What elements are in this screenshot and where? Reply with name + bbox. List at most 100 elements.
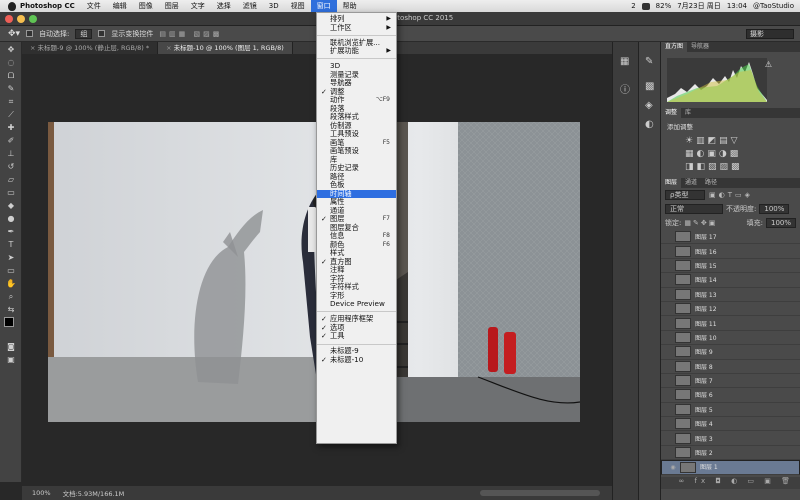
zoom-tool-icon[interactable]: ⌕ <box>4 291 18 302</box>
layer-row[interactable]: 图层 7 <box>661 374 800 389</box>
close-button[interactable] <box>5 15 13 23</box>
layer-row[interactable]: 图层 13 <box>661 288 800 302</box>
menu-4[interactable]: 文字 <box>185 0 211 12</box>
menu-8[interactable]: 视图 <box>285 0 311 12</box>
3d-panel-icon[interactable]: ◈ <box>645 100 654 111</box>
blur-tool-icon[interactable]: ◆ <box>4 200 18 211</box>
window-menu-item[interactable]: 历史记录 <box>317 163 396 173</box>
opacity-value[interactable]: 100% <box>759 204 790 214</box>
healing-tool-icon[interactable]: ✚ <box>4 122 18 133</box>
window-menu-item[interactable]: 测量记录 <box>317 70 396 80</box>
doc-info[interactable]: 文档:5.93M/166.1M <box>63 488 125 498</box>
window-menu-item[interactable]: ✓ 未标题-10 <box>317 355 396 365</box>
info-icon[interactable]: ⓘ <box>620 81 631 96</box>
zoom-button[interactable] <box>29 15 37 23</box>
window-menu-item[interactable]: 颜色 F6 <box>317 240 396 250</box>
menu-9[interactable]: 窗口 <box>310 0 337 12</box>
move-tool-icon[interactable]: ✥▾ <box>8 29 20 39</box>
window-menu-item[interactable]: 导航器 <box>317 78 396 88</box>
foreground-color[interactable] <box>4 317 14 327</box>
tab-paths[interactable]: 路径 <box>701 178 721 188</box>
layer-row[interactable]: 图层 8 <box>661 360 800 374</box>
tab-layers[interactable]: 图层 <box>661 178 682 188</box>
brush-tool-icon[interactable]: ✐ <box>4 135 18 146</box>
layer-row[interactable]: 图层 16 <box>661 244 800 259</box>
menu-0[interactable]: 文件 <box>81 0 107 12</box>
tab-adjustments[interactable]: 调整 <box>661 108 682 118</box>
marquee-tool-icon[interactable]: ◌ <box>4 57 18 68</box>
adjustment-icons[interactable]: ☀▥◩▤▽ ▦◐▣◑▩ ◨◧▧▨▩ <box>667 135 794 174</box>
window-menu-item[interactable]: 图层复合 <box>317 223 396 233</box>
eye-icon[interactable]: ◉ <box>666 463 680 472</box>
menu-5[interactable]: 选择 <box>211 0 237 12</box>
lock-icons[interactable]: ▦✎✥▣ <box>684 219 717 227</box>
wifi-icon[interactable] <box>641 2 650 10</box>
menu-3[interactable]: 图层 <box>159 0 185 12</box>
quick-mask-icon[interactable]: ◙ <box>4 341 18 352</box>
window-menu-item[interactable]: 通道 <box>317 206 396 216</box>
hand-tool-icon[interactable]: ✋ <box>4 278 18 289</box>
apple-icon[interactable] <box>8 1 16 11</box>
window-menu-item[interactable]: 信息 F8 <box>317 231 396 241</box>
dodge-tool-icon[interactable]: ● <box>4 213 18 224</box>
tab-navigator[interactable]: 导航器 <box>687 42 713 52</box>
time-label[interactable]: 13:04 <box>727 2 747 10</box>
fill-value[interactable]: 100% <box>765 218 796 228</box>
auto-select-dropdown[interactable]: 组 <box>75 28 93 39</box>
horizontal-scrollbar[interactable] <box>480 490 600 496</box>
layer-row[interactable]: 图层 2 <box>661 446 800 461</box>
menu-7[interactable]: 3D <box>263 0 285 12</box>
layer-row[interactable]: 图层 10 <box>661 331 800 346</box>
crop-tool-icon[interactable]: ⌗ <box>4 96 18 107</box>
blend-mode[interactable]: 正常 <box>665 204 723 214</box>
swatch-panel-icon[interactable]: ▩ <box>645 81 654 92</box>
stamp-tool-icon[interactable]: ⊥ <box>4 148 18 159</box>
path-select-icon[interactable]: ➤ <box>4 252 18 263</box>
tab-channels[interactable]: 通道 <box>681 178 701 188</box>
window-menu-item[interactable]: 画笔预设 <box>317 146 396 156</box>
shape-tool-icon[interactable]: ▭ <box>4 265 18 276</box>
tab-doc-10[interactable]: × 未标题-10 @ 100% (图层 1, RGB/8) <box>158 42 293 54</box>
move-tool-icon[interactable]: ✥ <box>4 44 18 55</box>
window-menu-item[interactable]: 路径 <box>317 172 396 182</box>
workspace-dropdown[interactable]: 摄影 <box>746 29 794 39</box>
badge-count[interactable]: 2 <box>631 2 635 10</box>
warning-icon[interactable]: ⚠ <box>765 60 772 69</box>
tab-doc-9[interactable]: × 未标题-9 @ 100% (静止层, RGB/8) * <box>22 42 159 54</box>
layer-row[interactable]: ◉ 图层 1 <box>661 460 800 475</box>
layer-row[interactable]: 图层 4 <box>661 417 800 432</box>
window-menu-item[interactable]: 排列 ▶ <box>317 14 396 24</box>
layer-row[interactable]: 图层 5 <box>661 403 800 418</box>
history-brush-icon[interactable]: ↺ <box>4 161 18 172</box>
layers-footer[interactable]: ∞ fx ◘ ◐ ▭ ▣ 🗑 <box>661 477 800 489</box>
window-menu-item[interactable]: ✓ 选项 <box>317 323 396 333</box>
timeline-panel-icon[interactable]: ◐ <box>645 119 654 130</box>
window-menu-item[interactable]: 扩展功能 ▶ <box>317 46 396 56</box>
menu-2[interactable]: 图像 <box>133 0 159 12</box>
window-menu-item[interactable]: ✓ 调整 <box>317 87 396 97</box>
layer-row[interactable]: 图层 3 <box>661 431 800 446</box>
window-menu-item[interactable]: 样式 <box>317 248 396 258</box>
show-transform-checkbox[interactable] <box>98 30 106 37</box>
pen-tool-icon[interactable]: ✒ <box>4 226 18 237</box>
window-menu-item[interactable]: ✓ 工具 <box>317 332 396 341</box>
eyedropper-tool-icon[interactable]: ⟋ <box>4 109 18 120</box>
layer-row[interactable]: 图层 14 <box>661 273 800 288</box>
window-menu-item[interactable]: 属性 <box>317 197 396 207</box>
type-tool-icon[interactable]: T <box>4 239 18 250</box>
color-swatches[interactable] <box>3 317 19 339</box>
quick-select-tool-icon[interactable]: ✎ <box>4 83 18 94</box>
window-menu-item[interactable]: Device Preview <box>317 299 396 309</box>
layer-row[interactable]: 图层 9 <box>661 345 800 360</box>
minimize-button[interactable] <box>17 15 25 23</box>
menu-app[interactable]: Photoshop CC <box>16 0 81 12</box>
window-menu-item[interactable]: ✓ 应用程序框架 <box>317 315 396 324</box>
layer-row[interactable]: 图层 11 <box>661 316 800 331</box>
gradient-tool-icon[interactable]: ▭ <box>4 187 18 198</box>
document-image[interactable] <box>48 122 580 422</box>
history-icon[interactable]: ▦ <box>620 56 631 67</box>
window-menu-item[interactable]: 段落样式 <box>317 112 396 122</box>
layer-row[interactable]: 图层 6 <box>661 388 800 403</box>
kind-filter[interactable]: ρ类型 <box>665 190 705 200</box>
window-menu-item[interactable]: ✓ 直方图 <box>317 257 396 267</box>
